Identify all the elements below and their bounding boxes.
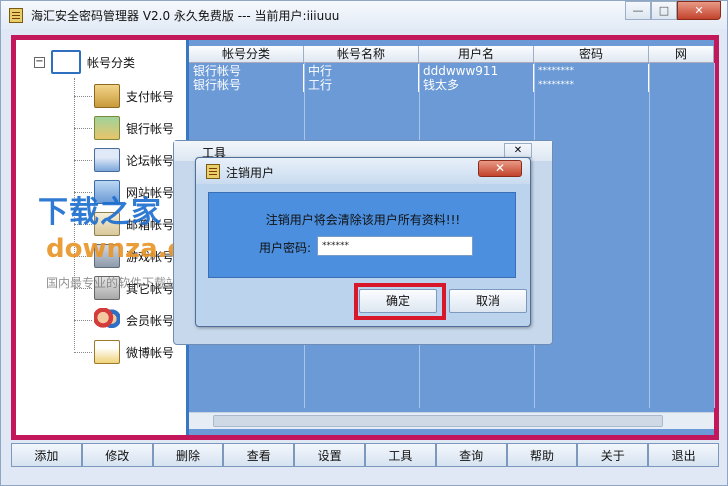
toolbar-button[interactable]: 查询 — [435, 443, 507, 467]
cancel-button[interactable]: 取消 — [449, 289, 527, 313]
tree-item[interactable]: 会员帐号 — [94, 308, 174, 332]
toolbar-button[interactable]: 修改 — [81, 443, 153, 467]
ok-button[interactable]: 确定 — [359, 289, 437, 313]
toolbar-button[interactable]: 工具 — [364, 443, 436, 467]
column-header[interactable]: 网 — [649, 46, 714, 63]
table-cell: 中行 — [304, 64, 419, 78]
toolbar-button[interactable]: 关于 — [577, 443, 649, 467]
title-bar: 海汇安全密码管理器 V2.0 永久免费版 --- 当前用户:iiiuuu — □… — [1, 1, 727, 29]
table-row[interactable]: 银行帐号 中行 dddwww911 ******** — [189, 64, 649, 78]
toolbar-button[interactable]: 帮助 — [506, 443, 578, 467]
members-icon — [94, 308, 120, 332]
minimize-button[interactable]: — — [625, 1, 651, 20]
table-cell: ******** — [534, 78, 649, 92]
document-icon — [94, 340, 120, 364]
table-cell: 钱太多 — [419, 78, 534, 92]
tree-item[interactable]: 微博帐号 — [94, 340, 174, 364]
table-cell: ******** — [534, 64, 649, 78]
bottom-toolbar: 添加 修改 删除 查看 设置 工具 查询 帮助 关于 退出 — [11, 443, 719, 467]
tree-item-label: 会员帐号 — [126, 313, 175, 328]
tree-branch-line — [74, 160, 92, 161]
watermark-title: 下载之家 — [38, 195, 162, 230]
tree-item-label: 支付帐号 — [126, 89, 175, 104]
password-label: 用户密码: — [259, 241, 312, 255]
window-title: 海汇安全密码管理器 V2.0 永久免费版 --- 当前用户:iiiuuu — [31, 8, 340, 23]
horizontal-scrollbar[interactable] — [189, 412, 714, 429]
column-header[interactable]: 帐号名称 — [304, 46, 419, 63]
maximize-button[interactable]: □ — [651, 1, 677, 20]
tree-branch-line — [74, 320, 92, 321]
list-icon — [51, 50, 81, 74]
tree-root-label: 帐号分类 — [87, 55, 136, 70]
tree-item-label: 论坛帐号 — [126, 153, 175, 168]
collapse-icon[interactable]: − — [34, 56, 45, 68]
tree-item[interactable]: 支付帐号 — [94, 84, 174, 108]
table-cell: 银行帐号 — [189, 64, 304, 78]
table-row[interactable]: 银行帐号 工行 钱太多 ******** — [189, 78, 649, 92]
tree-item[interactable]: 论坛帐号 — [94, 148, 174, 172]
dialog-title: 注销用户 — [226, 166, 275, 180]
tree-item-label: 银行帐号 — [126, 121, 175, 136]
logout-user-dialog: 注销用户 ✕ 注销用户将会清除该用户所有资料!!! 用户密码: ****** 确… — [195, 157, 531, 327]
tree-root[interactable]: − 帐号分类 — [34, 50, 135, 74]
toolbar-button[interactable]: 查看 — [223, 443, 295, 467]
dialog-body: 注销用户将会清除该用户所有资料!!! 用户密码: ****** — [208, 192, 516, 278]
column-header[interactable]: 用户名 — [419, 46, 534, 63]
watermark-slogan: 国内最专业的软件下载站 — [46, 276, 179, 290]
tools-close-button[interactable]: ✕ — [504, 143, 532, 158]
dialog-app-icon — [206, 164, 220, 179]
warning-message: 注销用户将会清除该用户所有资料!!! — [265, 213, 461, 227]
tree-item-label: 微博帐号 — [126, 345, 175, 360]
app-icon — [9, 7, 23, 23]
toolbar-button[interactable]: 添加 — [11, 443, 82, 467]
close-button[interactable]: ✕ — [677, 1, 721, 20]
table-cell: dddwww911 — [419, 64, 534, 78]
dialog-close-button[interactable]: ✕ — [478, 160, 522, 177]
tree-branch-line — [74, 352, 92, 353]
column-header[interactable]: 密码 — [534, 46, 649, 63]
password-input[interactable]: ****** — [317, 236, 473, 256]
bank-card-icon — [94, 116, 120, 140]
tree-branch-line — [74, 192, 92, 193]
calculator-icon — [94, 84, 120, 108]
table-cell: 银行帐号 — [189, 78, 304, 92]
tree-branch-line — [74, 96, 92, 97]
toolbar-button[interactable]: 删除 — [152, 443, 224, 467]
column-header[interactable]: 帐号分类 — [189, 46, 304, 63]
tree-branch-line — [74, 128, 92, 129]
toolbar-button[interactable]: 退出 — [648, 443, 719, 467]
grid-header: 帐号分类 帐号名称 用户名 密码网 — [189, 46, 714, 63]
tree-item[interactable]: 银行帐号 — [94, 116, 174, 140]
dialog-title-bar: 注销用户 ✕ — [196, 158, 530, 184]
table-cell: 工行 — [304, 78, 419, 92]
toolbar-button[interactable]: 设置 — [294, 443, 365, 467]
forum-window-icon — [94, 148, 120, 172]
